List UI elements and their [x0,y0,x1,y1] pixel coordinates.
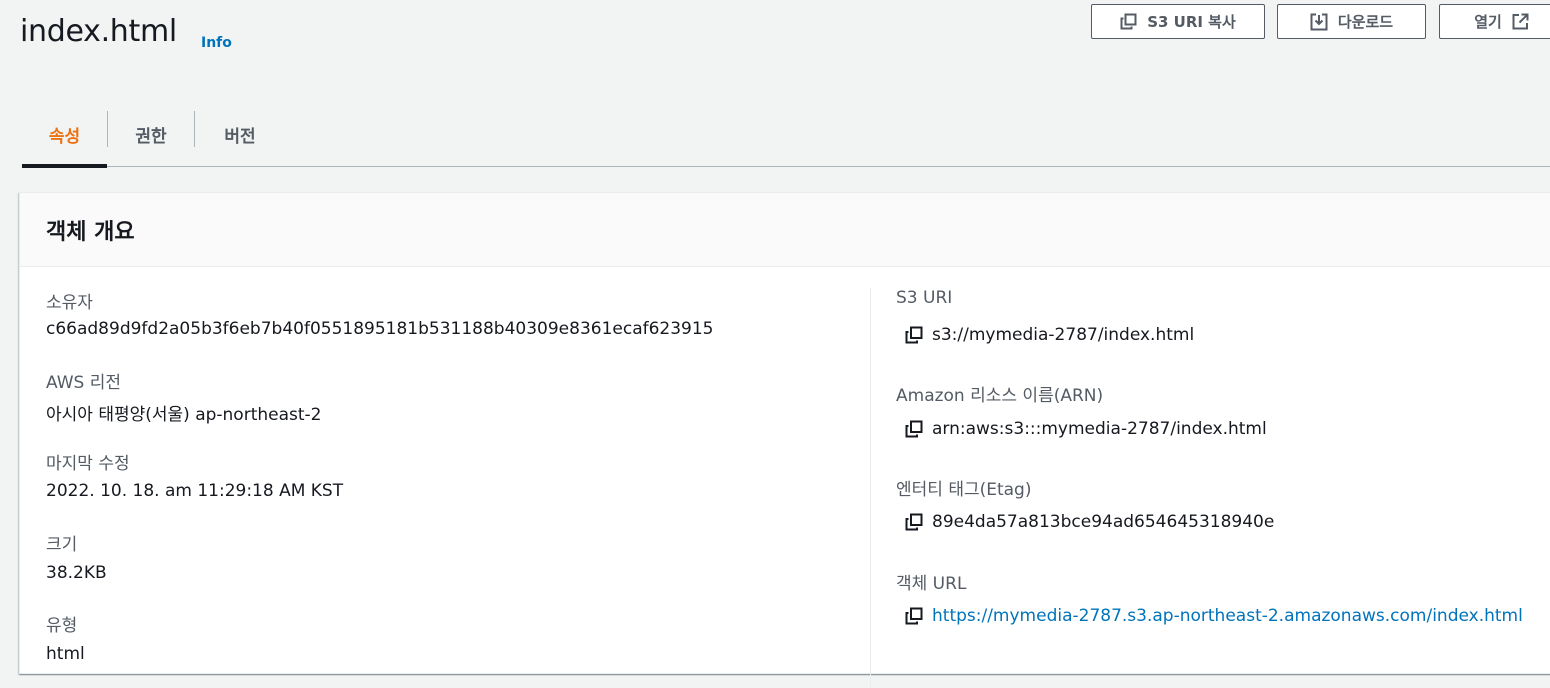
type-value: html [46,644,85,664]
s3-uri-value: s3://mymedia-2787/index.html [932,325,1195,345]
panel-title: 객체 개요 [46,220,135,245]
s3-uri-label: S3 URI [896,288,953,308]
tab-permissions-label: 권한 [135,126,167,147]
external-link-icon [1512,13,1529,30]
etag-row: 89e4da57a813bce94ad654645318940e [905,512,1274,532]
size-value: 38.2KB [46,563,107,583]
owner-label: 소유자 [46,293,93,313]
size-label: 크기 [46,535,78,555]
open-label: 열기 [1474,13,1502,31]
tab-versions-label: 버전 [224,126,256,147]
info-link[interactable]: Info [201,35,232,51]
open-button[interactable]: 열기 [1439,4,1550,39]
copy-icon[interactable] [905,513,923,531]
etag-label: 엔터티 태그(Etag) [896,480,1032,500]
region-label: AWS 리전 [46,373,121,393]
last-modified-label: 마지막 수정 [46,454,130,474]
column-divider [870,288,871,688]
arn-value: arn:aws:s3:::mymedia-2787/index.html [932,419,1267,439]
tab-versions[interactable]: 버전 [195,104,285,164]
object-url-link[interactable]: https://mymedia-2787.s3.ap-northeast-2.a… [932,606,1523,626]
tab-permissions[interactable]: 권한 [108,104,194,164]
tab-bar: 속성 권한 버전 [22,104,1550,168]
download-button[interactable]: 다운로드 [1277,4,1426,39]
object-url-row: https://mymedia-2787.s3.ap-northeast-2.a… [905,606,1523,626]
object-overview-panel: 객체 개요 소유자 c66ad89d9fd2a05b3f6eb7b40f0551… [19,192,1550,688]
active-tab-indicator [22,164,107,168]
download-icon [1310,13,1328,30]
panel-header: 객체 개요 [20,193,1550,267]
copy-s3-uri-label: S3 URI 복사 [1147,13,1236,31]
owner-value: c66ad89d9fd2a05b3f6eb7b40f0551895181b531… [46,319,714,339]
arn-label: Amazon 리소스 이름(ARN) [896,386,1104,406]
last-modified-value: 2022. 10. 18. am 11:29:18 AM KST [46,481,344,501]
s3-uri-row: s3://mymedia-2787/index.html [905,325,1194,345]
region-value: 아시아 태평양(서울) ap-northeast-2 [46,405,322,425]
etag-value: 89e4da57a813bce94ad654645318940e [932,512,1275,532]
tab-properties-label: 속성 [48,126,81,147]
page-title: index.html [20,14,177,49]
copy-icon[interactable] [905,420,923,438]
copy-s3-uri-button[interactable]: S3 URI 복사 [1091,4,1265,39]
type-label: 유형 [46,616,78,636]
copy-icon [1120,13,1137,30]
tab-properties[interactable]: 속성 [22,104,107,164]
object-url-label: 객체 URL [896,574,967,594]
copy-icon[interactable] [905,326,923,344]
copy-icon[interactable] [905,607,923,625]
download-label: 다운로드 [1337,13,1394,31]
arn-row: arn:aws:s3:::mymedia-2787/index.html [905,419,1267,439]
